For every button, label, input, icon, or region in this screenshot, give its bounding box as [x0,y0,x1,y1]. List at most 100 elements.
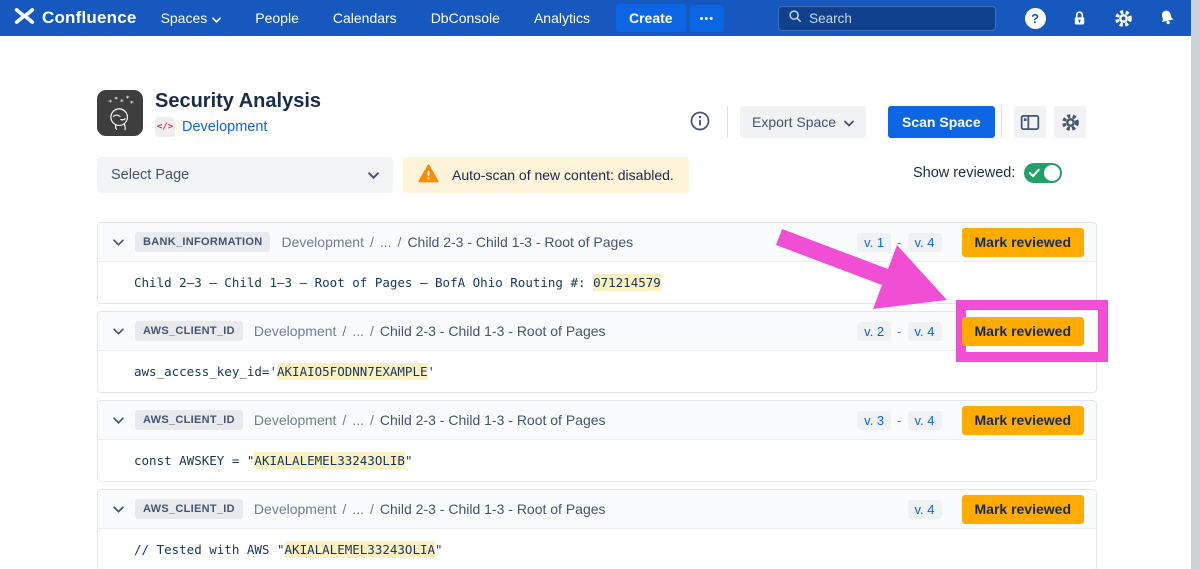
chevron-down-icon [844,114,854,130]
gear-icon[interactable] [1111,6,1135,30]
breadcrumb-ellipsis[interactable]: ... [380,234,392,250]
breadcrumb-ellipsis[interactable]: ... [352,501,364,517]
breadcrumb-page[interactable]: Child 2-3 - Child 1-3 - Root of Pages [407,234,633,250]
show-reviewed-toggle[interactable] [1024,163,1062,183]
svg-text:*: * [108,98,112,107]
svg-text:*: * [130,99,134,108]
finding-header[interactable]: AWS_CLIENT_ID Development / ... / Child … [98,401,1096,440]
version-range: v. 4 Mark reviewed [908,495,1085,524]
finding-type-badge: AWS_CLIENT_ID [135,499,243,519]
top-navbar: Confluence Spaces People Calendars DbCon… [0,0,1200,36]
version-link[interactable]: v. 2 [857,322,891,341]
space-breadcrumb: </> Development [155,117,267,137]
select-page-dropdown[interactable]: Select Page [97,157,393,193]
show-reviewed-control: Show reviewed: [913,163,1062,183]
chevron-down-icon[interactable] [113,239,124,246]
mark-reviewed-button[interactable]: Mark reviewed [962,228,1085,257]
breadcrumb-ellipsis[interactable]: ... [352,412,364,428]
chevron-down-icon[interactable] [113,417,124,424]
version-range: v. 1 - v. 4 Mark reviewed [857,228,1084,257]
version-range: v. 3 - v. 4 Mark reviewed [857,406,1084,435]
breadcrumb-space[interactable]: Development [254,501,337,517]
finding-type-badge: AWS_CLIENT_ID [135,410,243,430]
mark-reviewed-button[interactable]: Mark reviewed [962,495,1085,524]
divider [727,106,728,138]
version-link[interactable]: v. 4 [908,500,942,519]
code-space-icon: </> [155,117,175,137]
scan-space-button[interactable]: Scan Space [888,106,995,138]
nav-item-calendars[interactable]: Calendars [333,10,397,26]
nav-item-spaces[interactable]: Spaces [161,10,222,26]
chevron-down-icon[interactable] [113,506,124,513]
navbar-icon-cluster: ? [1023,6,1200,31]
secret-highlight: AKIALALEMEL33243OLIB [254,452,405,469]
confluence-mark-icon [14,7,35,30]
space-settings-gear-button[interactable] [1054,106,1086,138]
version-link[interactable]: v. 4 [908,322,942,341]
confluence-logo[interactable]: Confluence [14,7,137,30]
divider [1001,106,1002,138]
show-reviewed-label: Show reviewed: [913,165,1015,181]
secret-highlight: 071214579 [593,274,661,291]
space-link[interactable]: Development [182,119,267,135]
nav-item-dbconsole[interactable]: DbConsole [431,10,500,26]
breadcrumb: Development / ... / Child 2-3 - Child 1-… [281,234,633,250]
finding-snippet: Child 2–3 – Child 1–3 – Root of Pages – … [98,262,1096,303]
breadcrumb-space[interactable]: Development [254,412,337,428]
toggle-knob [1044,165,1060,181]
finding-card: AWS_CLIENT_ID Development / ... / Child … [97,311,1097,393]
finding-header[interactable]: AWS_CLIENT_ID Development / ... / Child … [98,312,1096,351]
warning-icon [418,164,439,186]
finding-card: AWS_CLIENT_ID Development / ... / Child … [97,489,1097,569]
space-avatar[interactable]: ***** [97,90,143,136]
breadcrumb-page[interactable]: Child 2-3 - Child 1-3 - Root of Pages [380,501,606,517]
nav-item-people[interactable]: People [255,10,299,26]
window-edge [1191,0,1200,569]
more-menu-button[interactable]: ••• [690,5,725,32]
confluence-security-page: Confluence Spaces People Calendars DbCon… [0,0,1200,569]
mark-reviewed-button[interactable]: Mark reviewed [962,406,1085,435]
breadcrumb-space[interactable]: Development [254,323,337,339]
breadcrumb-ellipsis[interactable]: ... [352,323,364,339]
finding-header[interactable]: AWS_CLIENT_ID Development / ... / Child … [98,490,1096,529]
secret-highlight: AKIAIO5FODNN7EXAMPLE [277,363,428,380]
finding-card: AWS_CLIENT_ID Development / ... / Child … [97,400,1097,482]
search-icon [788,9,802,28]
export-space-button[interactable]: Export Space [740,106,866,138]
search-box[interactable] [778,6,996,31]
breadcrumb-space[interactable]: Development [281,234,364,250]
chevron-down-icon [368,167,379,183]
breadcrumb-page[interactable]: Child 2-3 - Child 1-3 - Root of Pages [380,412,606,428]
bell-icon[interactable] [1155,6,1179,30]
version-link[interactable]: v. 3 [857,411,891,430]
breadcrumb: Development / ... / Child 2-3 - Child 1-… [254,501,606,517]
version-link[interactable]: v. 4 [908,233,942,252]
sidebar-layout-button[interactable] [1014,106,1046,138]
lock-icon[interactable] [1067,6,1091,30]
search-input[interactable] [809,11,986,26]
finding-type-badge: BANK_INFORMATION [135,232,270,252]
finding-card: BANK_INFORMATION Development / ... / Chi… [97,222,1097,304]
mark-reviewed-button[interactable]: Mark reviewed [962,317,1085,346]
chevron-down-icon [212,10,221,26]
version-range: v. 2 - v. 4 Mark reviewed [857,317,1084,346]
svg-text:*: * [114,94,118,103]
breadcrumb-page[interactable]: Child 2-3 - Child 1-3 - Root of Pages [380,323,606,339]
version-link[interactable]: v. 1 [857,233,891,252]
finding-snippet: // Tested with AWS "AKIALALEMEL33243OLIA… [98,529,1096,569]
finding-snippet: aws_access_key_id='AKIAIO5FODNN7EXAMPLE' [98,351,1096,392]
create-button[interactable]: Create [616,4,686,32]
secret-highlight: AKIALALEMEL33243OLIA [285,541,436,558]
autoscan-warning-banner: Auto-scan of new content: disabled. [403,157,689,193]
help-icon[interactable]: ? [1023,6,1047,30]
finding-header[interactable]: BANK_INFORMATION Development / ... / Chi… [98,223,1096,262]
version-link[interactable]: v. 4 [908,411,942,430]
finding-type-badge: AWS_CLIENT_ID [135,321,243,341]
info-icon[interactable] [689,110,713,134]
nav-item-analytics[interactable]: Analytics [534,10,590,26]
chevron-down-icon[interactable] [113,328,124,335]
brand-name: Confluence [42,8,137,28]
svg-text:*: * [120,97,124,106]
page-title: Security Analysis [155,90,321,113]
breadcrumb: Development / ... / Child 2-3 - Child 1-… [254,323,606,339]
